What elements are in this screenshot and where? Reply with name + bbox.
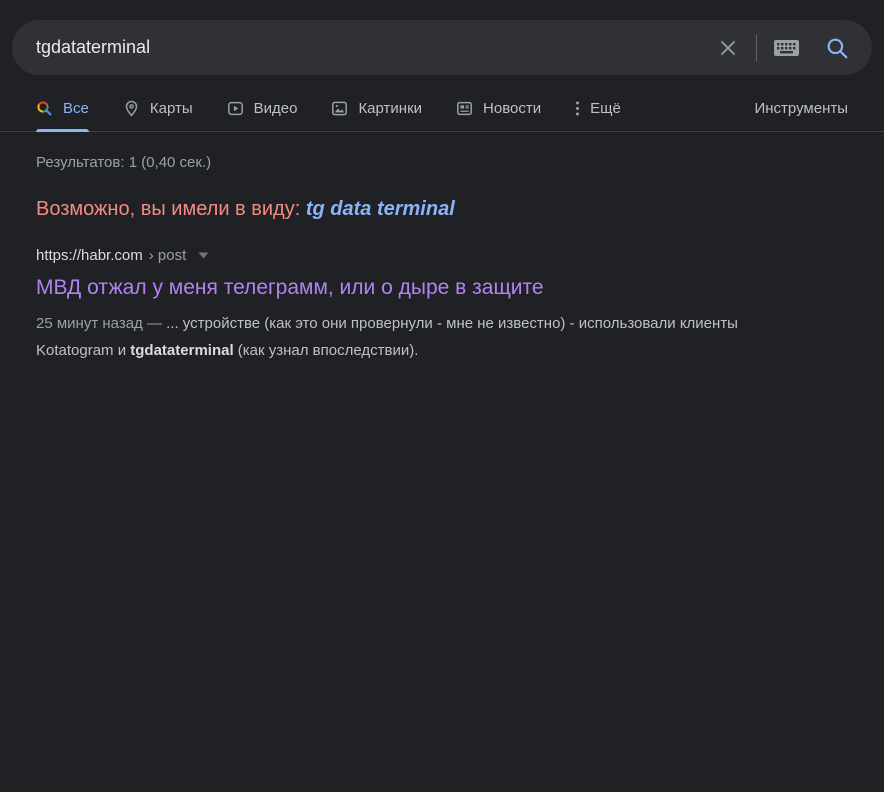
video-play-icon bbox=[227, 101, 243, 116]
search-input[interactable] bbox=[36, 37, 716, 58]
tabs-group: Все Карты Видео Картинки Новости Ещё bbox=[36, 87, 621, 132]
tab-label: Все bbox=[63, 100, 89, 117]
close-icon bbox=[721, 40, 735, 55]
image-icon bbox=[332, 101, 348, 116]
tab-label: Новости bbox=[483, 100, 542, 117]
search-tabs: Все Карты Видео Картинки Новости Ещё Инс… bbox=[0, 87, 884, 132]
result-snippet: 25 минут назад — ... устройстве (как это… bbox=[36, 310, 786, 364]
result-options-button[interactable] bbox=[198, 252, 209, 259]
snippet-date: 25 минут назад — bbox=[36, 315, 167, 332]
searchbar-divider bbox=[756, 34, 757, 61]
search-icon bbox=[827, 38, 848, 58]
snippet-text-after: (как узнал впоследствии). bbox=[233, 342, 419, 359]
google-search-icon bbox=[37, 101, 52, 116]
did-you-mean-suggestion-link[interactable]: tg data terminal bbox=[306, 198, 455, 220]
tab-images[interactable]: Картинки bbox=[331, 87, 422, 131]
result-url-row[interactable]: https://habr.com › post bbox=[36, 247, 209, 264]
search-header bbox=[0, 0, 884, 75]
tab-more[interactable]: Ещё bbox=[575, 87, 621, 131]
clear-search-button[interactable] bbox=[716, 36, 740, 60]
more-vertical-icon bbox=[576, 101, 580, 116]
search-result: https://habr.com › post МВД отжал у меня… bbox=[36, 247, 848, 364]
tab-label: Видео bbox=[253, 100, 298, 117]
tab-news[interactable]: Новости bbox=[456, 87, 541, 131]
did-you-mean: Возможно, вы имели в виду: tg data termi… bbox=[36, 198, 848, 221]
search-bar bbox=[12, 20, 872, 75]
tools-label: Инструменты bbox=[754, 100, 848, 117]
map-pin-icon bbox=[125, 100, 138, 117]
results-area: Результатов: 1 (0,40 сек.) Возможно, вы … bbox=[0, 154, 884, 364]
tab-label: Карты bbox=[149, 100, 193, 117]
tools-button[interactable]: Инструменты bbox=[754, 87, 848, 131]
result-stats: Результатов: 1 (0,40 сек.) bbox=[36, 154, 212, 171]
tab-label: Картинки bbox=[358, 100, 423, 117]
tab-label: Ещё bbox=[590, 100, 621, 117]
keyboard-icon bbox=[774, 39, 799, 56]
result-breadcrumb: › post bbox=[148, 247, 187, 264]
search-submit-button[interactable] bbox=[824, 35, 850, 61]
did-you-mean-prefix: Возможно, вы имели в виду: bbox=[36, 198, 306, 220]
tab-all[interactable]: Все bbox=[36, 87, 89, 132]
chevron-down-icon bbox=[198, 252, 209, 259]
tab-maps[interactable]: Карты bbox=[123, 87, 193, 131]
snippet-highlight: tgdataterminal bbox=[130, 342, 234, 359]
virtual-keyboard-button[interactable] bbox=[773, 38, 800, 58]
result-url: https://habr.com bbox=[36, 247, 143, 264]
news-icon bbox=[457, 101, 472, 116]
tab-videos[interactable]: Видео bbox=[227, 87, 298, 131]
result-title-link[interactable]: МВД отжал у меня телеграмм, или о дыре в… bbox=[36, 276, 544, 300]
